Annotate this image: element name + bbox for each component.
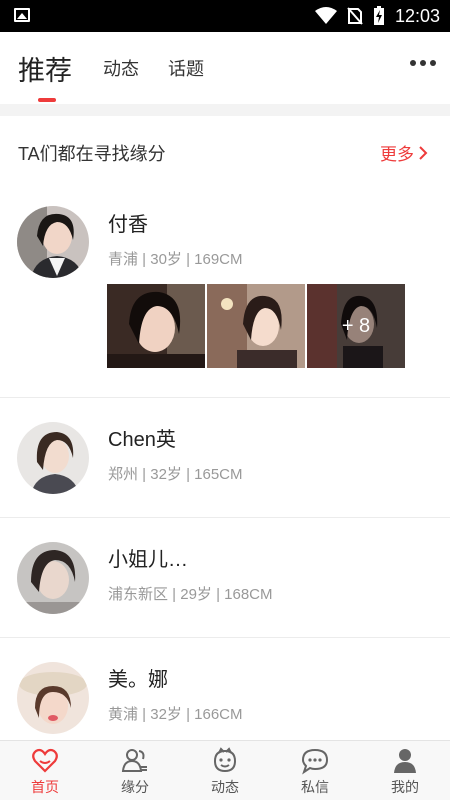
nav-home-label: 首页 bbox=[31, 779, 59, 795]
photo-thumbnail[interactable] bbox=[107, 284, 205, 368]
avatar[interactable] bbox=[17, 206, 89, 278]
heart-icon bbox=[32, 748, 58, 773]
tab-active-indicator bbox=[38, 98, 56, 102]
chevron-right-icon bbox=[419, 145, 428, 160]
section-title: TA们都在寻找缘分 bbox=[18, 144, 166, 164]
user-meta: 黄浦 | 32岁 | 166CM bbox=[108, 706, 243, 723]
battery-charging-icon bbox=[373, 6, 384, 25]
user-name: 付香 bbox=[108, 214, 148, 236]
section-divider bbox=[0, 104, 450, 116]
more-link[interactable]: 更多 bbox=[380, 140, 428, 165]
more-photos-count: + 8 bbox=[307, 284, 405, 368]
chat-icon bbox=[301, 748, 329, 775]
tab-topics[interactable]: 话题 bbox=[168, 32, 204, 104]
tab-recommend[interactable]: 推荐 bbox=[18, 32, 72, 104]
nav-messages-label: 私信 bbox=[301, 779, 329, 795]
nav-profile[interactable]: 我的 bbox=[360, 741, 450, 800]
image-notification-icon bbox=[14, 8, 30, 22]
more-options-icon[interactable] bbox=[410, 60, 436, 66]
user-name: 美。娜 bbox=[108, 669, 168, 691]
status-time: 12:03 bbox=[394, 5, 440, 26]
avatar[interactable] bbox=[17, 422, 89, 494]
photo-thumbnail[interactable] bbox=[207, 284, 305, 368]
nav-moments-label: 动态 bbox=[211, 779, 239, 795]
nav-moments[interactable]: 动态 bbox=[180, 741, 270, 800]
status-bar: 12:03 bbox=[0, 0, 450, 32]
nav-fate-label: 缘分 bbox=[121, 779, 149, 795]
person-icon bbox=[394, 749, 416, 773]
user-card[interactable]: 小姐儿… 浦东新区 | 29岁 | 168CM bbox=[0, 518, 450, 638]
user-meta: 青浦 | 30岁 | 169CM bbox=[108, 251, 243, 268]
user-card[interactable]: 美。娜 黄浦 | 32岁 | 166CM bbox=[0, 638, 450, 740]
nav-home[interactable]: 首页 bbox=[0, 741, 90, 800]
bottom-nav: 首页 缘分 动态 私信 我的 bbox=[0, 740, 450, 800]
avatar[interactable] bbox=[17, 542, 89, 614]
system-icons: 12:03 bbox=[314, 0, 440, 32]
nav-profile-label: 我的 bbox=[391, 779, 419, 795]
top-tab-bar: 推荐 动态 话题 bbox=[0, 32, 450, 104]
user-name: Chen英 bbox=[108, 429, 176, 451]
no-sim-icon bbox=[347, 7, 363, 25]
photo-thumbnail-more[interactable]: + 8 bbox=[307, 284, 405, 368]
wifi-icon bbox=[314, 7, 337, 24]
section-header: TA们都在寻找缘分 更多 bbox=[0, 116, 450, 186]
user-card[interactable]: Chen英 郑州 | 32岁 | 165CM bbox=[0, 398, 450, 518]
user-card[interactable]: 付香 青浦 | 30岁 | 169CM + 8 bbox=[0, 186, 450, 398]
people-icon bbox=[121, 749, 147, 772]
face-icon bbox=[213, 747, 237, 773]
nav-fate[interactable]: 缘分 bbox=[90, 741, 180, 800]
user-name: 小姐儿… bbox=[108, 549, 188, 571]
user-meta: 浦东新区 | 29岁 | 168CM bbox=[108, 586, 273, 603]
photo-strip: + 8 bbox=[107, 284, 405, 368]
avatar[interactable] bbox=[17, 662, 89, 734]
more-link-label: 更多 bbox=[380, 145, 414, 164]
tab-moments[interactable]: 动态 bbox=[103, 32, 139, 104]
nav-messages[interactable]: 私信 bbox=[270, 741, 360, 800]
user-meta: 郑州 | 32岁 | 165CM bbox=[108, 466, 243, 483]
